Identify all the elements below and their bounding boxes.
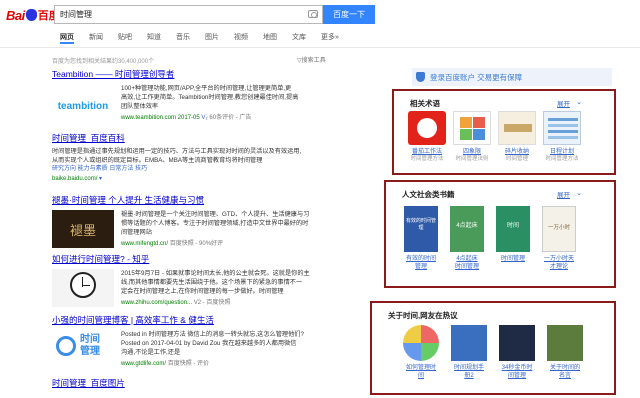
fragment-icon — [498, 111, 536, 145]
search-tools[interactable]: ▽搜索工具 — [297, 55, 326, 64]
result-snippet: 褪墨·时间管理是一个关注时间管理、GTD、个人提升、生活健康与习 惯等话题的个人… — [121, 211, 310, 236]
person-photo — [499, 325, 535, 361]
planner-image — [451, 325, 487, 361]
book-cover: 时间 — [496, 206, 530, 252]
quadrant-icon — [453, 111, 491, 145]
zhihu-thumbnail[interactable] — [52, 269, 114, 307]
box-title: 人文社会类书籍 — [402, 190, 455, 199]
tuimo-thumbnail[interactable]: 褪墨 — [52, 210, 114, 248]
baike-sublinks[interactable]: 研究方向 能力与素质 日常方法 技巧 — [52, 165, 332, 174]
related-terms-box: 相关术语 展开 ⌄ 番茄工作法 时间管理方法 四象限 时间管理法则 碎片收纳 时… — [392, 89, 616, 175]
tab-zhidao[interactable]: 知道 — [147, 32, 161, 44]
result-title[interactable]: 如何进行时间管理? - 知乎 — [52, 253, 332, 265]
book-item[interactable]: 时间 时间管理 — [492, 206, 534, 263]
tab-divider — [0, 47, 640, 48]
tab-map[interactable]: 地图 — [263, 32, 277, 44]
term-item[interactable]: 番茄工作法 时间管理方法 — [406, 111, 448, 163]
result-title[interactable]: 褪墨·时间管理 个人提升 生活健康与习惯 — [52, 194, 332, 206]
topic-item[interactable]: 如何管理时 间 — [400, 325, 442, 380]
tab-news[interactable]: 新闻 — [89, 32, 103, 44]
result-item: Teambition —— 时间管理创导者 teambition 100+种管理… — [52, 68, 332, 128]
search-input[interactable] — [55, 6, 295, 23]
book-item[interactable]: 一万小时 一万小时天 才理论 — [538, 206, 580, 271]
result-url[interactable]: baike.baidu.com/ ▾ — [52, 175, 332, 182]
topic-item[interactable]: 关于时间的 名言 — [544, 325, 586, 380]
result-url[interactable]: www.teambition.com 2017-05 V₂ 60条评价 - 广告 — [121, 112, 298, 121]
book-item[interactable]: 4点起床 4点起床 时间管理 — [446, 206, 488, 271]
book-cover: 4点起床 — [450, 206, 484, 252]
book-cover: 一万小时 — [542, 206, 576, 252]
chevron-down-icon[interactable]: ⌄ — [576, 98, 582, 106]
result-stats: 百度为您找到相关结果约30,400,000个 — [52, 59, 155, 65]
result-title[interactable]: 时间管理_百度百科 — [52, 132, 332, 144]
result-url[interactable]: www.mifengtd.cn/ 百度快照 - 90%好评 — [121, 238, 309, 247]
term-item[interactable]: 日程计划 时间管理方法 — [541, 111, 583, 163]
result-title[interactable]: 小强的时间管理博客 | 高效率工作 & 健生活 — [52, 314, 332, 326]
tab-more[interactable]: 更多» — [321, 32, 339, 44]
box-title: 相关术语 — [410, 99, 440, 108]
shield-icon — [416, 72, 425, 82]
login-banner[interactable]: 登录百度账户 交易更有保障 — [412, 68, 612, 86]
tab-wenku[interactable]: 文库 — [292, 32, 306, 44]
hot-topics-box: 关于时间,网友在热议 如何管理时 间 时间规划手 册2 34秒金币时 间管理 关… — [370, 301, 616, 395]
book-item[interactable]: 有效的时间管理 有效的时间 管理 — [400, 206, 442, 271]
camera-icon[interactable] — [308, 10, 318, 18]
topic-item[interactable]: 34秒金币时 间管理 — [496, 325, 538, 380]
search-box — [54, 5, 323, 24]
chevron-down-icon[interactable]: ⌄ — [576, 189, 582, 197]
logo-text: Bai — [6, 7, 25, 23]
box-title: 关于时间,网友在热议 — [388, 311, 458, 320]
pomodoro-icon — [408, 111, 446, 145]
tab-web[interactable]: 网页 — [60, 32, 74, 44]
time-wheel-icon — [403, 325, 439, 361]
baidu-logo[interactable]: Bai 百度 — [6, 6, 60, 24]
result-item: 小强的时间管理博客 | 高效率工作 & 健生活 时间 管理 Posted in … — [52, 314, 332, 374]
schedule-icon — [543, 111, 581, 145]
quote-image — [547, 325, 583, 361]
result-title[interactable]: 时间管理_百度图片 — [52, 377, 332, 389]
result-item: 时间管理_百度图片 — [52, 377, 332, 389]
result-snippet: Posted in 时间管理方法 微信上的消息一转头就忘,这怎么管理他们? Po… — [121, 331, 304, 356]
result-item: 如何进行时间管理? - 知乎 2015年9月7日 - 如果就事论时间太长,他的公… — [52, 253, 332, 307]
nav-tabs: 网页 新闻 贴吧 知道 音乐 图片 视频 地图 文库 更多» — [60, 32, 354, 44]
tab-music[interactable]: 音乐 — [176, 32, 190, 44]
result-item: 时间管理_百度百科 时间管理是指通过事先规划和运用一定的技巧、方法与工具实现对时… — [52, 132, 332, 182]
result-snippet: 100+种管理功能,网页/APP,全平台的时间管理,让管理更简单,更 高效,让工… — [121, 85, 299, 110]
search-button[interactable]: 百度一下 — [323, 5, 375, 24]
result-title[interactable]: Teambition —— 时间管理创导者 — [52, 68, 332, 80]
expand-link[interactable]: 展开 — [557, 98, 570, 108]
expand-link[interactable]: 展开 — [557, 189, 570, 199]
tab-tieba[interactable]: 贴吧 — [118, 32, 132, 44]
result-url[interactable]: www.zhihu.com/question... V2 - 百度快照 — [121, 297, 310, 306]
result-snippet: 2015年9月7日 - 如果就事论时间太长,他的公主就会死。这就是你的主 线,而… — [121, 270, 310, 295]
books-box: 人文社会类书籍 展开 ⌄ 有效的时间管理 有效的时间 管理 4点起床 4点起床 … — [384, 180, 616, 288]
tab-images[interactable]: 图片 — [205, 32, 219, 44]
result-snippet: 时间管理是指通过事先规划和运用一定的技巧、方法与工具实现对时间的灵活以及有效运用… — [52, 147, 332, 174]
verified-badge-icon: V₂ — [201, 115, 208, 121]
tab-video[interactable]: 视频 — [234, 32, 248, 44]
topic-item[interactable]: 时间规划手 册2 — [448, 325, 490, 380]
result-item: 褪墨·时间管理 个人提升 生活健康与习惯 褪墨 褪墨·时间管理是一个关注时间管理… — [52, 194, 332, 248]
teambition-thumbnail[interactable]: teambition — [52, 84, 114, 128]
term-item[interactable]: 四象限 时间管理法则 — [451, 111, 493, 163]
gtdlife-thumbnail[interactable]: 时间 管理 — [52, 330, 114, 374]
paw-icon — [25, 9, 37, 21]
book-cover: 有效的时间管理 — [404, 206, 438, 252]
term-item[interactable]: 碎片收纳 时间管理 — [496, 111, 538, 163]
result-url[interactable]: www.gtdlife.com/ 百度快照 - 评价 — [121, 358, 304, 367]
